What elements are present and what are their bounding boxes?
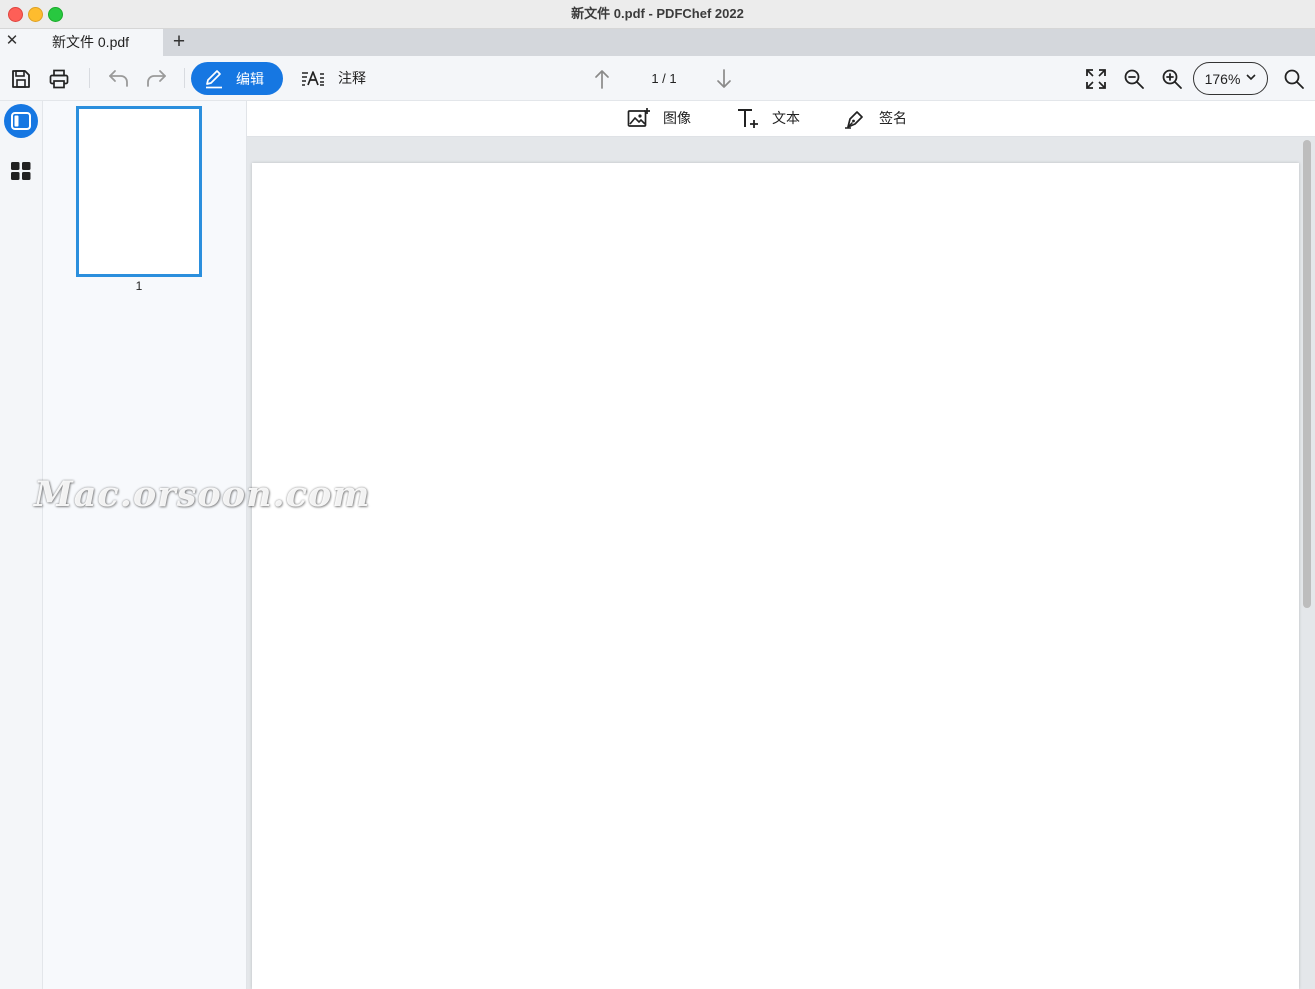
arrow-down-icon[interactable] [711, 66, 737, 92]
image-add-icon [627, 107, 651, 129]
tab-label[interactable]: 新文件 0.pdf [52, 33, 129, 51]
zoom-in-icon[interactable] [1159, 66, 1185, 92]
toolbar-divider [184, 68, 185, 88]
thumbnail-page-number: 1 [135, 279, 143, 293]
annotate-label[interactable]: 注释 [338, 69, 366, 87]
text-label: 文本 [772, 110, 800, 126]
edit-label: 编辑 [236, 70, 264, 87]
pdf-page[interactable] [252, 163, 1299, 989]
thumbnails-panel-icon[interactable] [4, 104, 38, 138]
close-icon[interactable]: ✕ [4, 33, 20, 49]
vertical-scrollbar[interactable] [1303, 140, 1311, 608]
add-signature-button[interactable]: 签名 [843, 106, 907, 130]
pencil-icon [204, 69, 224, 89]
tab-bar [0, 29, 1315, 56]
toolbar-divider [89, 68, 90, 88]
annotate-icon[interactable] [300, 66, 326, 92]
save-icon[interactable] [8, 66, 34, 92]
undo-icon[interactable] [105, 66, 131, 92]
text-add-icon [736, 107, 760, 129]
zoom-value: 176% [1204, 70, 1241, 87]
pen-nib-icon [843, 107, 867, 129]
print-icon[interactable] [46, 66, 72, 92]
grid-view-icon[interactable] [10, 160, 32, 182]
zoom-out-icon[interactable] [1121, 66, 1147, 92]
image-label: 图像 [663, 110, 691, 126]
watermark: Mac.orsoon.com [34, 474, 371, 515]
add-image-button[interactable]: 图像 [627, 106, 691, 130]
chevron-down-icon [1246, 73, 1256, 84]
redo-icon[interactable] [144, 66, 170, 92]
signature-label: 签名 [879, 110, 907, 126]
zoom-select[interactable]: 176% [1193, 62, 1268, 95]
add-text-button[interactable]: 文本 [736, 106, 800, 130]
arrow-up-icon[interactable] [589, 66, 615, 92]
edit-mode-button[interactable]: 编辑 [191, 62, 283, 95]
plus-icon[interactable]: + [168, 31, 190, 53]
window-title: 新文件 0.pdf - PDFChef 2022 [571, 6, 744, 21]
page-thumbnail[interactable] [76, 106, 202, 277]
sidebar-rail [0, 101, 43, 989]
search-icon[interactable] [1281, 66, 1307, 92]
page-indicator[interactable]: 1 / 1 [640, 71, 688, 87]
fullscreen-icon[interactable] [1083, 66, 1109, 92]
